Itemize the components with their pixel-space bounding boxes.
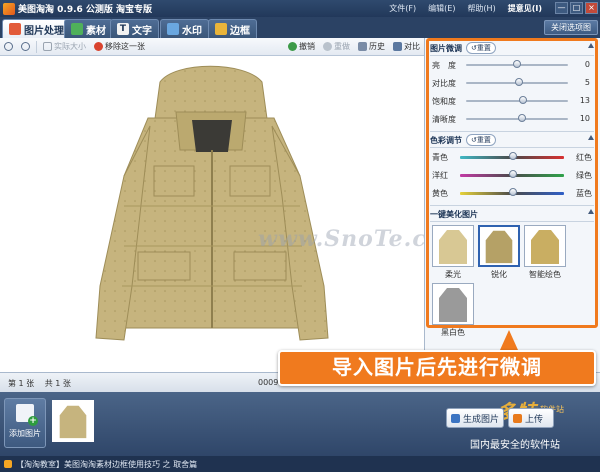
maximize-button[interactable]: □ (570, 2, 583, 14)
menu-file[interactable]: 文件(F) (389, 3, 416, 14)
tab-text[interactable]: T 文字 (110, 19, 159, 38)
undo-icon (288, 42, 297, 51)
remove-icon (94, 42, 103, 51)
remove-label: 移除这一张 (105, 42, 145, 51)
info-text[interactable]: 【淘淘教室】美图淘淘素材边框使用技巧 之 取舍篇 (16, 459, 197, 470)
history-label: 历史 (369, 42, 385, 51)
callout-pointer (500, 330, 518, 350)
tab-label: 文字 (132, 25, 152, 37)
tab-row: 图片处理 素材 T 文字 水印 边框 关闭选项图 (0, 17, 600, 38)
compare-label: 对比 (404, 42, 420, 51)
jacket-image (95, 65, 329, 341)
compare-icon (393, 42, 402, 51)
compare-button[interactable]: 对比 (389, 41, 424, 52)
material-icon (71, 23, 83, 35)
top-menu: 文件(F) 编辑(E) 帮助(H) 提意见(I) (389, 3, 542, 14)
menu-help[interactable]: 帮助(H) (467, 3, 495, 14)
add-image-icon (16, 404, 38, 426)
page-total: 共 1 张 (44, 379, 71, 388)
app-logo-icon (3, 2, 15, 15)
image-process-icon (9, 23, 21, 35)
border-icon (215, 23, 227, 35)
zoom-out-icon (21, 42, 30, 51)
history-icon (358, 42, 367, 51)
generate-label: 生成图片 (463, 414, 500, 425)
minimize-button[interactable]: — (555, 2, 568, 14)
text-icon: T (117, 23, 129, 35)
highlight-frame (426, 38, 598, 328)
info-icon (4, 460, 12, 468)
redo-icon (323, 42, 332, 51)
close-panel-button[interactable]: 关闭选项图 (544, 20, 598, 35)
undo-button[interactable]: 撤销 (284, 41, 319, 52)
info-bar[interactable]: 【淘淘教室】美图淘淘素材边框使用技巧 之 取舍篇 (0, 456, 600, 472)
title-bar: 美图淘淘 0.9.6 公测版 淘宝专版 文件(F) 编辑(E) 帮助(H) 提意… (0, 0, 600, 17)
generate-image-button[interactable]: 生成图片 (446, 408, 504, 428)
menu-edit[interactable]: 编辑(E) (428, 3, 455, 14)
actual-size-icon (43, 42, 52, 51)
redo-label: 重做 (334, 42, 350, 51)
upload-button[interactable]: 上传 (508, 408, 554, 428)
watermark-text: www.SnoTe.com (258, 226, 424, 252)
window-controls: — □ × (555, 2, 598, 14)
tab-watermark[interactable]: 水印 (160, 19, 209, 38)
app-title: 美图淘淘 0.9.6 公测版 淘宝专版 (18, 5, 153, 15)
toolbar: 实际大小 移除这一张 撤销 重做 历史 对比 (0, 38, 424, 56)
tab-image-process[interactable]: 图片处理 (2, 19, 71, 38)
tip-callout: 导入图片后先进行微调 (278, 350, 596, 386)
add-image-label: 添加图片 (9, 429, 41, 438)
zoom-out-button[interactable] (17, 42, 34, 51)
history-button[interactable]: 历史 (354, 41, 389, 52)
tab-label: 水印 (182, 25, 202, 37)
preset-caption: 黑白色 (441, 328, 465, 337)
tab-material[interactable]: 素材 (64, 19, 113, 38)
generate-icon (451, 413, 460, 423)
image-canvas[interactable]: www.SnoTe.com (0, 56, 424, 372)
zoom-in-icon (4, 42, 13, 51)
upload-icon (513, 413, 522, 423)
image-strip: 添加图片 多特 软件站 生成图片 上传 国内最安全的软件站 (0, 392, 600, 456)
page-number: 第 1 张 (8, 379, 35, 388)
tab-label: 图片处理 (24, 25, 64, 37)
thumbnail-jacket-icon (59, 405, 87, 439)
remove-image-button[interactable]: 移除这一张 (90, 41, 149, 52)
actual-size-button[interactable]: 实际大小 (39, 41, 90, 52)
zoom-in-button[interactable] (0, 42, 17, 51)
close-button[interactable]: × (585, 2, 598, 14)
page-indicator: 第 1 张 共 1 张 (8, 378, 71, 389)
tab-border[interactable]: 边框 (208, 19, 257, 38)
menu-feedback[interactable]: 提意见(I) (508, 3, 542, 14)
add-image-button[interactable]: 添加图片 (4, 398, 46, 448)
redo-button[interactable]: 重做 (319, 41, 354, 52)
brand-slogan: 国内最安全的软件站 (470, 440, 560, 451)
actual-size-label: 实际大小 (54, 42, 86, 51)
undo-label: 撤销 (299, 42, 315, 51)
strip-thumbnail[interactable] (52, 400, 94, 442)
tab-label: 边框 (230, 25, 250, 37)
watermark-icon (167, 23, 179, 35)
toolbar-divider (36, 40, 37, 53)
tab-label: 素材 (86, 25, 106, 37)
upload-label: 上传 (525, 414, 544, 425)
